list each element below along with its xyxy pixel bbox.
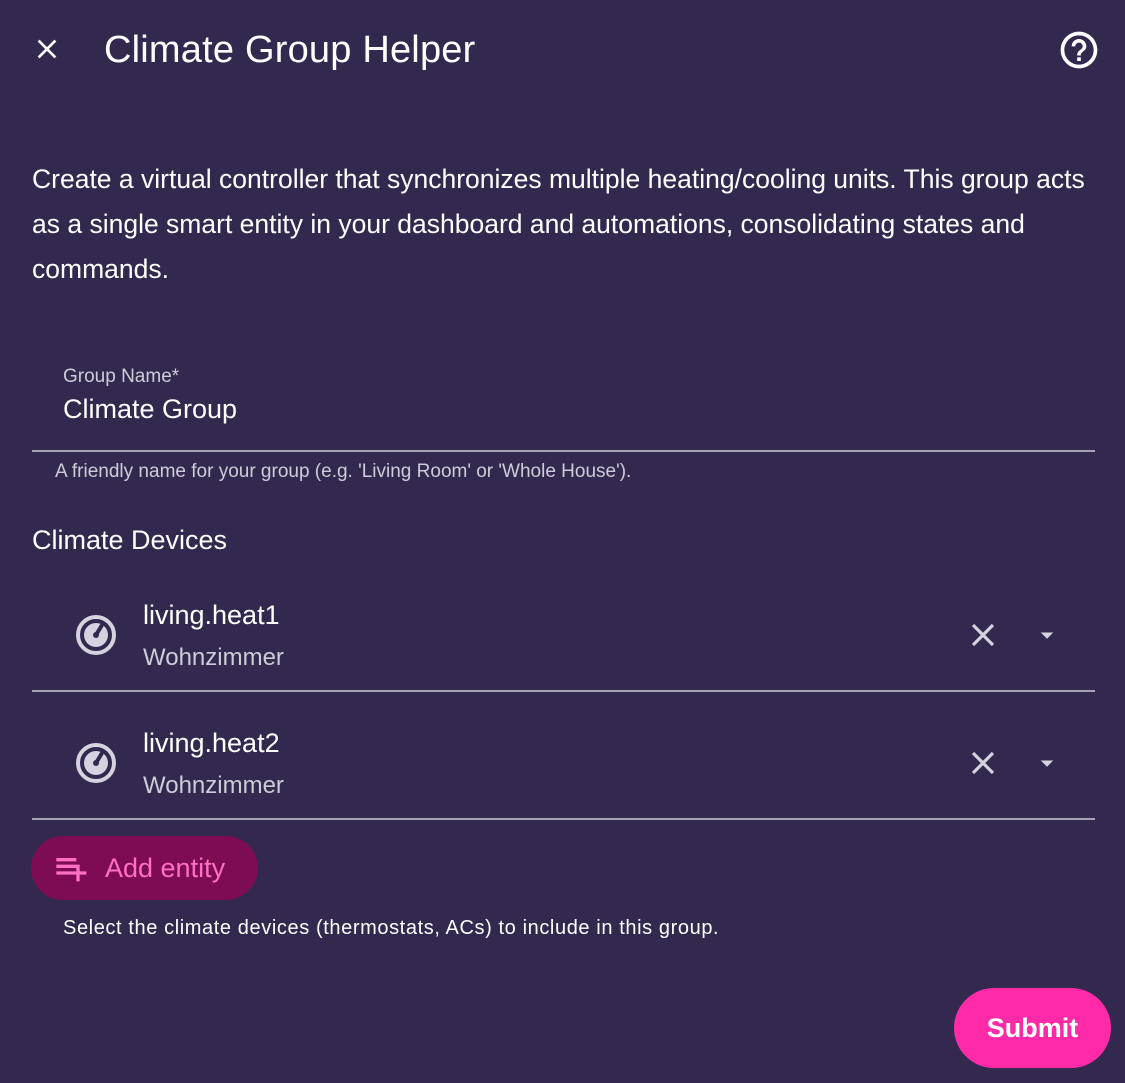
thermostat-dial-icon [74, 741, 118, 785]
playlist-plus-icon [56, 858, 87, 882]
close-icon [37, 39, 57, 59]
close-icon [971, 623, 995, 647]
entity-name: living.heat2 [143, 728, 280, 758]
expand-entity-button[interactable] [1025, 741, 1069, 785]
menu-down-icon [1040, 632, 1054, 639]
entity-row[interactable]: living.heat2 Wohnzimmer [32, 692, 1095, 820]
close-icon [971, 751, 995, 775]
climate-devices-helper: Select the climate devices (thermostats,… [63, 917, 720, 939]
group-name-input[interactable] [63, 392, 1063, 426]
dialog-title: Climate Group Helper [104, 29, 476, 71]
entity-area: Wohnzimmer [143, 772, 284, 799]
climate-group-dialog: Climate Group Helper Create a virtual co… [0, 0, 1125, 1083]
add-entity-button[interactable]: Add entity [31, 836, 258, 900]
remove-entity-button[interactable] [958, 610, 1008, 660]
help-circle-icon [1060, 31, 1098, 69]
add-entity-label: Add entity [105, 852, 226, 883]
thermostat-dial-icon [74, 613, 118, 657]
entity-row[interactable]: living.heat1 Wohnzimmer [32, 564, 1095, 692]
group-name-label: Group Name* [63, 366, 180, 387]
entity-area: Wohnzimmer [143, 644, 284, 671]
menu-down-icon [1040, 760, 1054, 767]
climate-devices-title: Climate Devices [32, 525, 228, 555]
remove-entity-button[interactable] [958, 738, 1008, 788]
dialog-description: Create a virtual controller that synchro… [32, 164, 1085, 284]
close-button[interactable] [24, 26, 70, 72]
entity-name: living.heat1 [143, 600, 280, 630]
expand-entity-button[interactable] [1025, 613, 1069, 657]
help-button[interactable] [1055, 26, 1103, 74]
group-name-helper: A friendly name for your group (e.g. 'Li… [55, 461, 632, 482]
group-name-field[interactable]: Group Name* [32, 352, 1095, 452]
submit-button[interactable]: Submit [954, 988, 1111, 1068]
